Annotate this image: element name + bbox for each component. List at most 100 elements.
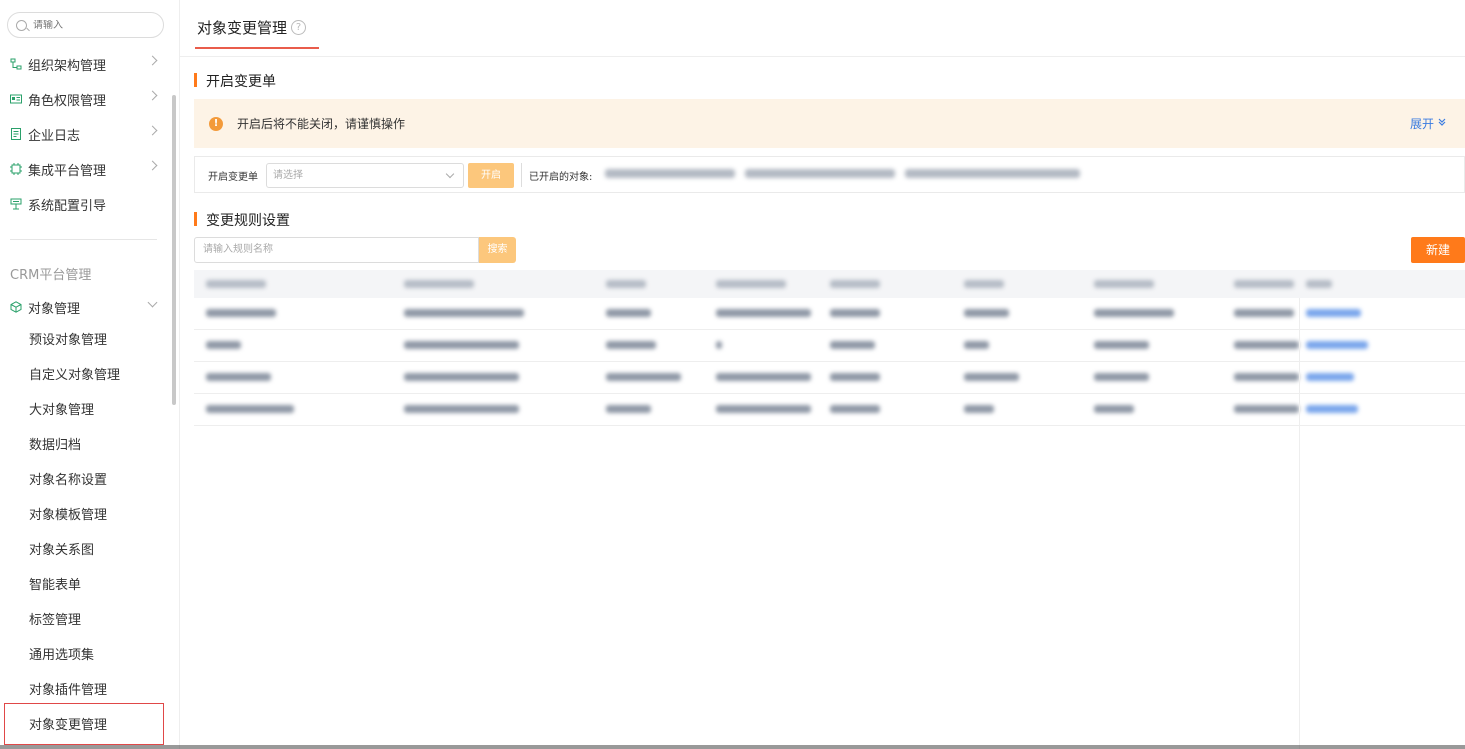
open-change-label: 开启变更单 — [208, 172, 258, 183]
redacted-content — [1094, 309, 1174, 317]
sidebar-item-label: 对象管理 — [28, 301, 81, 317]
active-tab-underline — [195, 47, 319, 49]
sidebar-search-input[interactable] — [33, 19, 153, 31]
chevron-right-icon — [147, 125, 158, 136]
sidebar-item-config-guide[interactable]: 系统配置引导 — [10, 192, 160, 216]
config-guide-icon — [10, 198, 22, 210]
table-row[interactable] — [194, 394, 1465, 426]
redacted-content — [206, 341, 241, 349]
warning-alert: ! 开启后将不能关闭，请谨慎操作 展开 — [194, 99, 1465, 148]
select-placeholder: 请选择 — [273, 170, 303, 181]
open-button[interactable]: 开启 — [468, 163, 514, 188]
sidebar-subitem[interactable]: 对象关系图 — [29, 540, 94, 562]
redacted-link[interactable] — [1306, 373, 1354, 381]
chevron-down-icon — [445, 169, 455, 179]
redacted-content — [716, 373, 811, 381]
redacted-content — [905, 169, 1080, 178]
sidebar-item-org[interactable]: 组织架构管理 — [10, 52, 160, 76]
redacted-content — [206, 405, 294, 413]
rule-search-input[interactable]: 请输入规则名称 — [194, 237, 479, 263]
sidebar-item-role[interactable]: 角色权限管理 — [10, 87, 160, 111]
sidebar-subitem[interactable]: 对象模板管理 — [29, 505, 107, 527]
redacted-content — [1234, 309, 1294, 317]
sidebar-item-label: 组织架构管理 — [28, 58, 107, 74]
redacted-content — [964, 373, 1019, 381]
redacted-content — [1234, 341, 1299, 349]
object-cube-icon — [10, 301, 22, 313]
section-title-rules: 变更规则设置 — [194, 210, 290, 230]
redacted-content — [964, 280, 1004, 288]
warning-icon: ! — [209, 116, 223, 131]
redacted-content — [206, 280, 266, 288]
sidebar-subitem[interactable]: 通用选项集 — [29, 645, 94, 667]
sidebar-subitem[interactable]: 预设对象管理 — [29, 330, 107, 352]
redacted-content — [716, 280, 786, 288]
fixed-column-divider — [1299, 298, 1300, 749]
integration-icon — [10, 163, 22, 175]
redacted-content — [404, 341, 519, 349]
new-rule-button[interactable]: 新建 — [1411, 237, 1465, 263]
redacted-content — [606, 341, 656, 349]
redacted-content — [1094, 373, 1149, 381]
sidebar-item-object-mgmt[interactable]: 对象管理 — [10, 295, 160, 319]
redacted-content — [404, 373, 519, 381]
redacted-content — [964, 309, 1009, 317]
log-document-icon — [10, 128, 22, 140]
redacted-content — [1094, 280, 1154, 288]
page-header: 对象变更管理 ? — [180, 0, 1465, 57]
table-row[interactable] — [194, 298, 1465, 330]
redacted-content — [1234, 405, 1299, 413]
sidebar-subitem[interactable]: 大对象管理 — [29, 400, 94, 422]
object-select[interactable]: 请选择 — [266, 163, 464, 188]
page-title[interactable]: 对象变更管理 — [197, 17, 287, 38]
redacted-content — [1234, 373, 1299, 381]
redacted-link[interactable] — [1306, 405, 1358, 413]
redacted-content — [1306, 280, 1332, 288]
sidebar: 组织架构管理 角色权限管理 企业日志 集成平台管理 系统配置引导 CRM平台管理 — [0, 0, 180, 749]
sidebar-item-label: 角色权限管理 — [28, 93, 107, 109]
redacted-content — [830, 405, 880, 413]
redacted-content — [206, 373, 271, 381]
org-chart-icon — [10, 58, 22, 70]
redacted-content — [745, 169, 895, 178]
sidebar-search[interactable] — [7, 12, 164, 38]
expand-link[interactable]: 展开 — [1410, 115, 1434, 132]
chevron-down-icon — [147, 297, 158, 308]
redacted-content — [716, 405, 811, 413]
sidebar-subitem[interactable]: 自定义对象管理 — [29, 365, 120, 387]
opened-objects-label: 已开启的对象: — [529, 172, 593, 183]
sidebar-item-label: 企业日志 — [28, 128, 81, 144]
sidebar-item-log[interactable]: 企业日志 — [10, 122, 160, 146]
sidebar-subitem[interactable]: 标签管理 — [29, 610, 81, 632]
redacted-content — [964, 405, 994, 413]
table-row[interactable] — [194, 362, 1465, 394]
redacted-content — [404, 309, 524, 317]
sidebar-subitem[interactable]: 对象名称设置 — [29, 470, 107, 492]
sidebar-subitem[interactable]: 智能表单 — [29, 575, 81, 597]
sidebar-item-label: 集成平台管理 — [28, 163, 107, 179]
sidebar-scrollbar[interactable] — [172, 95, 176, 405]
redacted-content — [606, 309, 651, 317]
rules-table — [194, 270, 1465, 426]
sidebar-item-label: 系统配置引导 — [28, 198, 107, 214]
redacted-content — [206, 309, 276, 317]
sidebar-item-integration[interactable]: 集成平台管理 — [10, 157, 160, 181]
sidebar-section-label: CRM平台管理 — [10, 268, 92, 283]
redacted-content — [830, 280, 880, 288]
table-header — [194, 270, 1465, 298]
redacted-link[interactable] — [1306, 341, 1368, 349]
question-circle-icon[interactable]: ? — [291, 20, 306, 35]
redacted-link[interactable] — [1306, 309, 1361, 317]
table-row[interactable] — [194, 330, 1465, 362]
redacted-content — [606, 280, 646, 288]
double-chevron-down-icon[interactable] — [1437, 117, 1447, 127]
rule-search-button[interactable]: 搜索 — [479, 237, 516, 263]
id-card-icon — [10, 93, 22, 105]
toolbar-divider — [521, 163, 522, 187]
redacted-content — [830, 373, 880, 381]
sidebar-subitem[interactable]: 数据归档 — [29, 435, 81, 457]
sidebar-subitem[interactable]: 对象插件管理 — [29, 680, 107, 702]
redacted-content — [1234, 280, 1294, 288]
sidebar-divider — [10, 239, 157, 240]
redacted-content — [404, 405, 519, 413]
